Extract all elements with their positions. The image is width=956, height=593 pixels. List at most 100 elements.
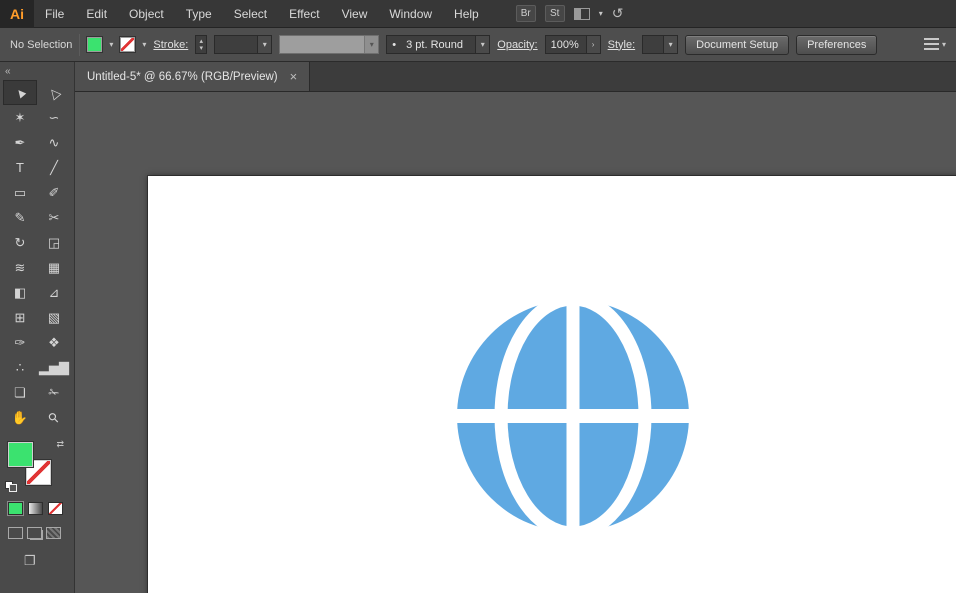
stepper-down-icon[interactable]: ▾ [200, 45, 204, 52]
style-dropdown[interactable]: ▾ [642, 35, 679, 54]
stroke-chevron-down-icon[interactable]: ▾ [142, 40, 146, 49]
collapse-panel-icon[interactable]: « [5, 66, 11, 77]
stroke-weight-dd[interactable]: ▾ [257, 36, 272, 53]
tool-zoom[interactable]: ⚲ [37, 405, 71, 430]
menu-view[interactable]: View [331, 0, 379, 28]
tool-artboard[interactable]: ❏ [3, 380, 37, 405]
sync-icon[interactable]: ↺ [612, 5, 624, 22]
artboard-icon: ❏ [14, 384, 26, 400]
document-setup-button[interactable]: Document Setup [685, 34, 790, 55]
rotate-icon: ↻ [14, 234, 26, 250]
preferences-button[interactable]: Preferences [796, 34, 878, 55]
tool-blend[interactable]: ❖ [37, 330, 71, 355]
tab-close-icon[interactable]: × [290, 70, 298, 83]
gradient-icon: ▧ [47, 309, 61, 325]
perspective-grid-icon: ⊿ [48, 284, 60, 300]
default-fill-stroke-icon[interactable] [5, 481, 19, 493]
type-icon: T [16, 160, 24, 175]
opacity-value: 100% [550, 38, 579, 51]
fill-swatch[interactable] [8, 442, 33, 467]
tool-rectangle[interactable]: ▭ [3, 180, 37, 205]
menu-select[interactable]: Select [223, 0, 278, 28]
fill-color-swatch[interactable] [87, 37, 103, 52]
style-dd[interactable]: ▾ [663, 36, 678, 53]
tool-selection[interactable]: ▲ [3, 80, 37, 105]
align-options[interactable]: ▾ [923, 38, 946, 51]
tool-type[interactable]: T [3, 155, 37, 180]
direct-selection-icon: △ [45, 83, 63, 102]
fill-chevron-down-icon[interactable]: ▾ [109, 40, 113, 49]
style-panel-label[interactable]: Style: [608, 39, 636, 51]
tool-eyedropper[interactable]: ✑ [3, 330, 37, 355]
tool-mesh[interactable]: ⊞ [3, 305, 37, 330]
tool-direct-selection[interactable]: △ [37, 80, 71, 105]
document-tab[interactable]: Untitled-5* @ 66.67% (RGB/Preview) × [75, 62, 311, 91]
brush-definition-dropdown[interactable]: • 3 pt. Round ▾ [386, 35, 491, 54]
none-mode-button[interactable] [48, 502, 63, 515]
tools-panel: « ▲ △ ✶ ∽ ✒ ∿ T ╱ ▭ ✐ ✎ ✂ ↻ ◲ ≋ ▦ ◧ ⊿ ⊞ ▧ ✑ ❖ ∴ ▂▅▇ ❏ ✁ ✋ ⚲ ⇄ ❐ [0, 62, 75, 593]
screen-mode-icon[interactable]: ❐ [24, 553, 74, 569]
tool-line-segment[interactable]: ╱ [37, 155, 71, 180]
stroke-weight-stepper[interactable]: ▴ ▾ [195, 35, 208, 54]
tool-scissors[interactable]: ✂ [37, 205, 71, 230]
menu-type[interactable]: Type [175, 0, 223, 28]
tool-hand[interactable]: ✋ [3, 405, 37, 430]
tool-lasso[interactable]: ∽ [37, 105, 71, 130]
menu-effect[interactable]: Effect [278, 0, 330, 28]
artboard[interactable] [148, 176, 956, 593]
stepper-up-icon[interactable]: ▴ [200, 38, 204, 45]
globe-equator-cutout [457, 409, 689, 423]
chevron-down-icon: ▾ [262, 40, 267, 49]
draw-behind-button[interactable] [27, 527, 42, 539]
pencil-icon: ✎ [14, 209, 26, 225]
tool-gradient[interactable]: ▧ [37, 305, 71, 330]
selection-icon: ▲ [10, 82, 30, 103]
tool-rotate[interactable]: ↻ [3, 230, 37, 255]
menu-help[interactable]: Help [443, 0, 490, 28]
stroke-color-swatch[interactable] [120, 37, 136, 52]
menu-edit[interactable]: Edit [75, 0, 118, 28]
tool-scale[interactable]: ◲ [37, 230, 71, 255]
tool-pencil[interactable]: ✎ [3, 205, 37, 230]
draw-normal-button[interactable] [8, 527, 23, 539]
opacity-dropdown[interactable]: 100% › [544, 35, 601, 54]
stroke-panel-label[interactable]: Stroke: [153, 39, 188, 51]
free-transform-icon: ▦ [47, 259, 61, 275]
tool-column-graph[interactable]: ▂▅▇ [37, 355, 71, 380]
tool-magic-wand[interactable]: ✶ [3, 105, 37, 130]
stroke-weight-dropdown[interactable]: ▾ [214, 35, 273, 54]
menu-window[interactable]: Window [378, 0, 443, 28]
menu-object[interactable]: Object [118, 0, 175, 28]
scale-icon: ◲ [47, 234, 61, 250]
chevron-right-icon: › [591, 40, 595, 49]
chevron-down-icon: ▾ [480, 40, 485, 49]
drawing-mode-buttons [8, 527, 74, 539]
tool-width[interactable]: ≋ [3, 255, 37, 280]
globe-artwork[interactable] [457, 300, 689, 532]
draw-inside-button[interactable] [46, 527, 61, 539]
tool-pen[interactable]: ✒ [3, 130, 37, 155]
tool-free-transform[interactable]: ▦ [37, 255, 71, 280]
opacity-panel-label[interactable]: Opacity: [497, 39, 537, 51]
shape-builder-icon: ◧ [13, 284, 27, 300]
tool-paintbrush[interactable]: ✐ [37, 180, 71, 205]
eyedropper-icon: ✑ [14, 334, 26, 350]
color-mode-button[interactable] [8, 502, 23, 515]
chevron-down-icon[interactable]: ▾ [599, 9, 603, 18]
arrange-documents-icon[interactable] [573, 7, 590, 20]
menu-bar: Ai File Edit Object Type Select Effect V… [0, 0, 956, 28]
brush-definition-dd[interactable]: ▾ [475, 36, 490, 53]
tool-shape-builder[interactable]: ◧ [3, 280, 37, 305]
canvas-area[interactable] [75, 92, 956, 593]
opacity-dd[interactable]: › [585, 36, 600, 53]
menu-file[interactable]: File [34, 0, 75, 28]
tool-perspective-grid[interactable]: ⊿ [37, 280, 71, 305]
swap-fill-stroke-icon[interactable]: ⇄ [56, 439, 64, 450]
tool-slice[interactable]: ✁ [37, 380, 71, 405]
tool-curvature[interactable]: ∿ [37, 130, 71, 155]
tool-symbol-sprayer[interactable]: ∴ [3, 355, 37, 380]
bridge-button[interactable]: Br [515, 5, 536, 22]
tools-grid: ▲ △ ✶ ∽ ✒ ∿ T ╱ ▭ ✐ ✎ ✂ ↻ ◲ ≋ ▦ ◧ ⊿ ⊞ ▧ ✑ ❖ ∴ ▂▅▇ ❏ ✁ ✋ ⚲ [0, 80, 74, 430]
gradient-mode-button[interactable] [28, 502, 43, 515]
stock-button[interactable]: St [544, 5, 565, 22]
